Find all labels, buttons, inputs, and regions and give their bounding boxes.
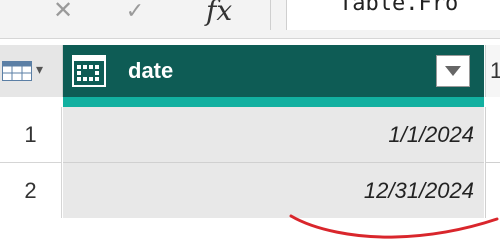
- table-header-row: ▾ date 1: [0, 45, 500, 97]
- next-column-cell[interactable]: [485, 107, 500, 163]
- red-underline-annotation: [289, 214, 499, 239]
- confirm-formula-icon[interactable]: ✓: [122, 0, 148, 24]
- fx-label[interactable]: fx: [206, 0, 232, 27]
- dropdown-arrow-icon: [445, 66, 461, 76]
- table-menu-button[interactable]: ▾: [0, 45, 63, 97]
- calendar-icon[interactable]: [71, 53, 107, 89]
- table-row: 1 1/1/2024: [0, 107, 500, 163]
- formula-bar: ✕ ✓ fx Table.Fro: [0, 0, 500, 39]
- column-header-next[interactable]: 1: [485, 45, 500, 97]
- chevron-down-icon: ▾: [36, 61, 44, 77]
- column-quality-bar: [63, 97, 484, 107]
- formula-input[interactable]: Table.Fro: [286, 0, 500, 30]
- column-header-date[interactable]: date: [63, 45, 484, 97]
- column-title: date: [128, 58, 174, 83]
- column-filter-button[interactable]: [436, 55, 470, 87]
- cancel-formula-icon[interactable]: ✕: [50, 0, 76, 24]
- row-number[interactable]: 1: [0, 107, 62, 163]
- row-number[interactable]: 2: [0, 163, 62, 219]
- table-icon: [2, 61, 32, 81]
- date-cell[interactable]: 1/1/2024: [63, 107, 484, 163]
